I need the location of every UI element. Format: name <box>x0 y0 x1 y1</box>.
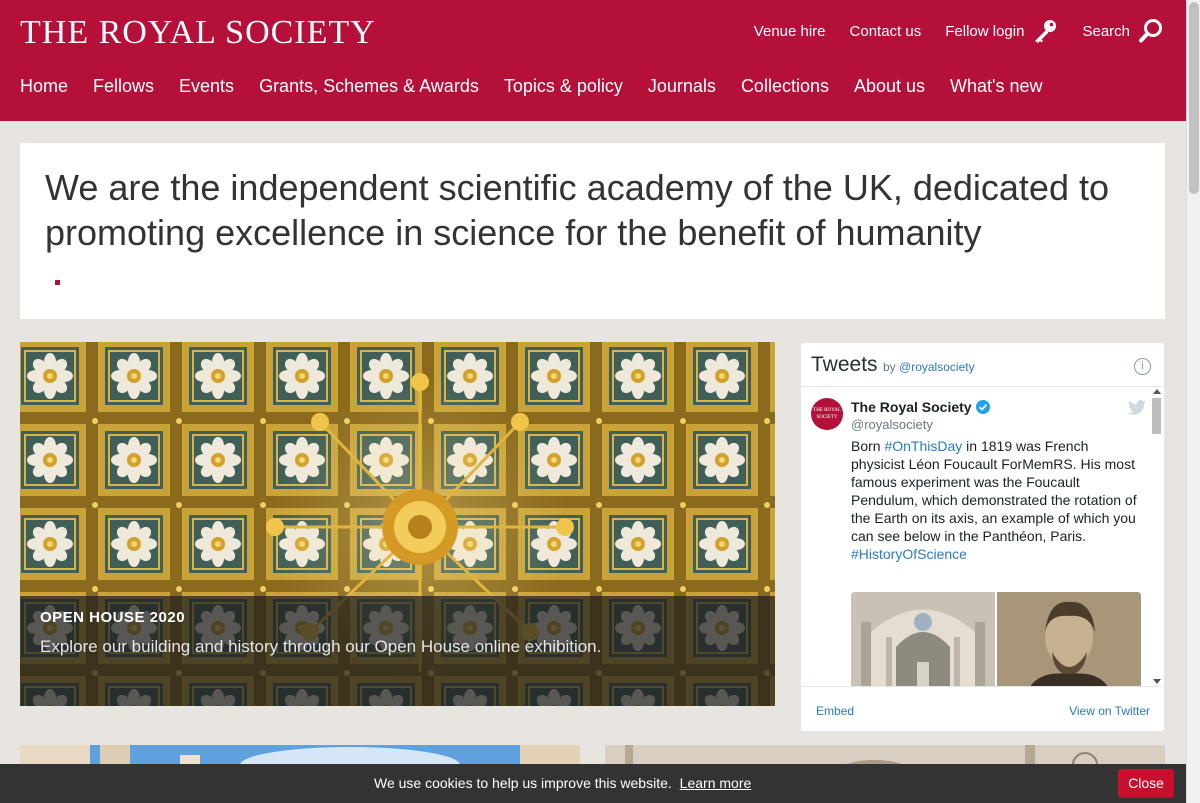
nav-about-us[interactable]: About us <box>854 76 925 97</box>
embed-link[interactable]: Embed <box>816 704 854 718</box>
page-scrollbar-thumb[interactable] <box>1189 2 1199 194</box>
nav-collections[interactable]: Collections <box>741 76 829 97</box>
carousel-dot[interactable] <box>55 280 60 285</box>
page-scrollbar[interactable] <box>1186 0 1200 803</box>
nav-fellows[interactable]: Fellows <box>93 76 154 97</box>
venue-hire-label: Venue hire <box>753 22 826 40</box>
key-icon <box>1035 20 1057 43</box>
main-nav: Home Fellows Events Grants, Schemes & Aw… <box>20 76 1043 97</box>
search-link[interactable]: Search <box>1082 18 1164 44</box>
learn-more-link[interactable]: Learn more <box>680 775 752 791</box>
cookie-close-button[interactable]: Close <box>1118 769 1174 798</box>
avatar[interactable]: THE ROYAL SOCIETY <box>811 398 843 430</box>
cookie-message: We use cookies to help us improve this w… <box>374 775 751 791</box>
site-logo[interactable]: THE ROYAL SOCIETY <box>20 14 376 52</box>
tweets-handle-link[interactable]: @royalsociety <box>899 360 975 374</box>
nav-events[interactable]: Events <box>179 76 234 97</box>
site-header: THE ROYAL SOCIETY Venue hire Contact us … <box>0 0 1186 121</box>
contact-us-label: Contact us <box>849 22 922 40</box>
intro-panel: We are the independent scientific academ… <box>20 143 1165 319</box>
tweets-feed: THE ROYAL SOCIETY The Royal Society @roy… <box>801 388 1164 686</box>
search-icon <box>1139 19 1162 43</box>
nav-journals[interactable]: Journals <box>648 76 716 97</box>
tweet-author-handle[interactable]: @royalsociety <box>851 417 933 432</box>
twitter-timeline-widget: Tweets by @royalsociety i THE ROYAL SOCI… <box>800 342 1165 732</box>
mission-statement: We are the independent scientific academ… <box>45 167 1109 253</box>
tweets-footer: Embed View on Twitter <box>801 686 1164 731</box>
hero-title[interactable]: OPEN HOUSE 2020 <box>40 609 185 626</box>
nav-home[interactable]: Home <box>20 76 68 97</box>
hashtag-link[interactable]: #OnThisDay <box>884 438 962 454</box>
hero-banner[interactable]: OPEN HOUSE 2020 Explore our building and… <box>20 342 775 706</box>
nav-whats-new[interactable]: What's new <box>950 76 1042 97</box>
verified-badge-icon <box>976 400 990 414</box>
tweets-header: Tweets by @royalsociety i <box>801 343 1164 387</box>
twitter-bird-icon[interactable] <box>1128 400 1146 415</box>
utility-nav: Venue hire Contact us Fellow login Searc… <box>754 18 1164 44</box>
hero-caption: OPEN HOUSE 2020 Explore our building and… <box>20 596 775 706</box>
view-on-twitter-link[interactable]: View on Twitter <box>1069 704 1150 718</box>
tweets-scrollbar[interactable] <box>1150 388 1162 686</box>
hashtag-link[interactable]: #HistoryOfScience <box>851 546 967 562</box>
tweet-image-pantheon[interactable] <box>851 592 995 686</box>
nav-topics-policy[interactable]: Topics & policy <box>504 76 623 97</box>
contact-us-link[interactable]: Contact us <box>850 23 922 40</box>
fellow-login-label: Fellow login <box>945 22 1025 40</box>
cookie-bar: We use cookies to help us improve this w… <box>0 764 1186 803</box>
nav-grants-schemes-awards[interactable]: Grants, Schemes & Awards <box>259 76 479 97</box>
tweet-image-portrait[interactable] <box>997 592 1141 686</box>
tweets-by-label: by <box>883 360 896 374</box>
fellow-login-link[interactable]: Fellow login <box>945 18 1058 44</box>
scroll-up-arrow-icon[interactable] <box>1153 389 1161 394</box>
tweet-text-part: Born <box>851 438 885 454</box>
tweets-scrollbar-thumb[interactable] <box>1152 398 1161 434</box>
info-icon[interactable]: i <box>1134 358 1151 375</box>
tweet-author-name[interactable]: The Royal Society <box>851 399 972 415</box>
hero-description: Explore our building and history through… <box>40 637 602 656</box>
venue-hire-link[interactable]: Venue hire <box>754 23 826 40</box>
tweets-by: by @royalsociety <box>883 360 975 374</box>
tweets-title: Tweets <box>811 353 878 376</box>
search-label: Search <box>1082 22 1130 40</box>
cookie-message-text: We use cookies to help us improve this w… <box>374 775 672 791</box>
tweet-text: Born #OnThisDay in 1819 was French physi… <box>851 437 1141 563</box>
scroll-down-arrow-icon[interactable] <box>1153 679 1161 684</box>
